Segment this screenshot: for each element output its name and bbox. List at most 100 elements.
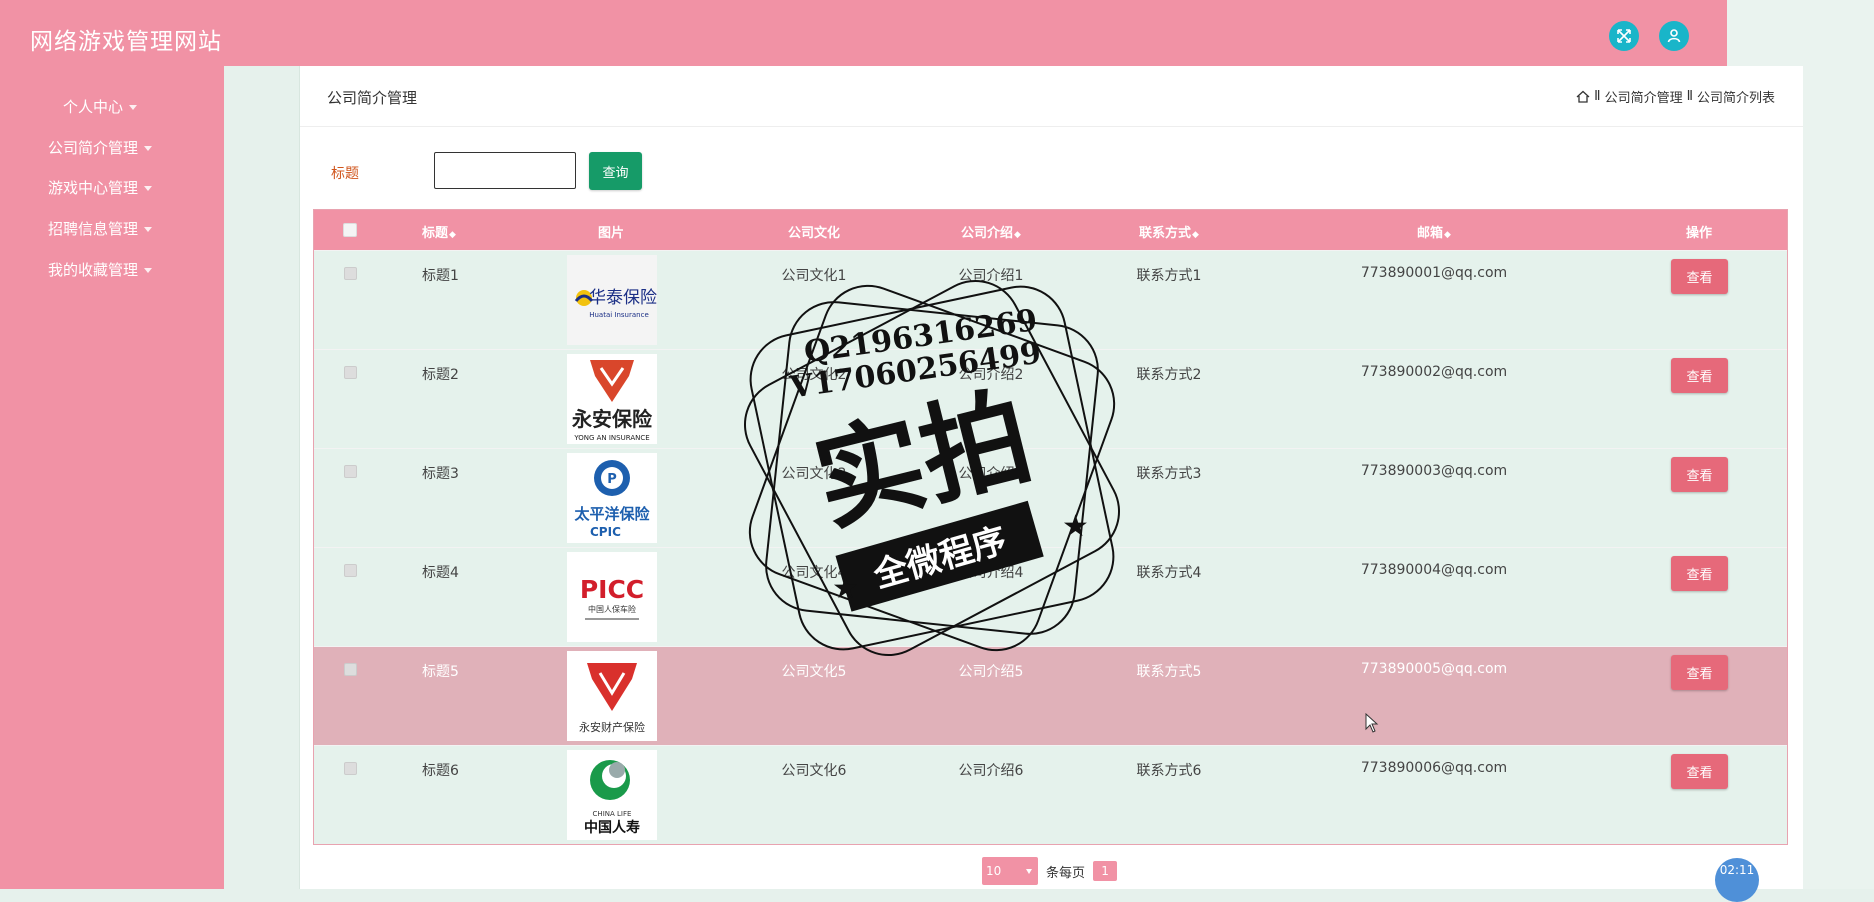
per-page-label: 条每页 <box>1046 865 1086 881</box>
table-row[interactable]: 标题2 永安保险 YONG AN INSURANCE 公司文化2 公司介绍2 联… <box>314 349 1787 448</box>
search-input[interactable] <box>434 152 576 189</box>
select-all-checkbox[interactable] <box>343 223 357 237</box>
table-header: 标题◆ 图片 公司文化 公司介绍◆ 联系方式◆ 邮箱◆ 操作 <box>314 210 1787 250</box>
header-culture: 公司文化 <box>787 226 841 241</box>
header-contact[interactable]: 联系方式◆ <box>1139 222 1199 241</box>
cell-intro: 公司介绍3 <box>958 466 1024 482</box>
company-logo-image: 永安保险 YONG AN INSURANCE <box>567 354 657 444</box>
cell-contact: 联系方式2 <box>1136 367 1202 383</box>
chevron-down-icon <box>144 186 152 191</box>
cell-contact: 联系方式1 <box>1136 268 1202 284</box>
header-actions: 操作 <box>1685 226 1713 241</box>
header-email[interactable]: 邮箱◆ <box>1417 222 1451 241</box>
page-number-button[interactable]: 1 <box>1093 861 1118 881</box>
table-row[interactable]: 标题1 华泰保险 Huatai Insurance 公司文化1 公司介绍1 联系… <box>314 250 1787 349</box>
row-checkbox[interactable] <box>344 465 357 478</box>
cell-email: 773890003@qq.com <box>1360 463 1508 479</box>
sort-icon[interactable]: ◆ <box>1192 230 1199 240</box>
table-row[interactable]: 标题6 CHINA LIFE 中国人寿 公司文化6 公司介绍6 联系方式6 77… <box>314 745 1787 844</box>
cell-culture: 公司文化6 <box>781 763 847 779</box>
cell-intro: 公司介绍1 <box>958 268 1024 284</box>
view-button[interactable]: 查看 <box>1671 655 1728 690</box>
cell-intro: 公司介绍2 <box>958 367 1024 383</box>
svg-text:华泰保险: 华泰保险 <box>589 288 657 308</box>
sidebar-item-company[interactable]: 公司简介管理 <box>0 137 200 158</box>
company-logo-image: 永安财产保险 <box>567 651 657 741</box>
cell-intro: 公司介绍4 <box>958 565 1024 581</box>
breadcrumb-separator: Ⅱ <box>1686 89 1693 104</box>
header-intro[interactable]: 公司介绍◆ <box>961 222 1021 241</box>
cell-culture: 公司文化5 <box>781 664 847 680</box>
floating-timer[interactable]: 02:11 <box>1715 858 1759 902</box>
header-image: 图片 <box>597 226 625 241</box>
fullscreen-icon[interactable] <box>1609 21 1639 51</box>
cell-culture: 公司文化4 <box>781 565 847 581</box>
user-icon[interactable] <box>1659 21 1689 51</box>
search-button[interactable]: 查询 <box>589 152 642 190</box>
cell-culture: 公司文化2 <box>781 367 847 383</box>
chevron-down-icon <box>144 146 152 151</box>
sidebar-item-profile[interactable]: 个人中心 <box>0 96 200 117</box>
table-row[interactable]: 标题3 P 太平洋保险 CPIC 公司文化3 公司介绍3 联系方式3 77389… <box>314 448 1787 547</box>
company-table: 标题◆ 图片 公司文化 公司介绍◆ 联系方式◆ 邮箱◆ 操作 标题1 华泰保险 … <box>313 209 1788 845</box>
home-icon[interactable] <box>1576 90 1590 103</box>
cell-email: 773890002@qq.com <box>1360 364 1508 380</box>
breadcrumb-bar: 公司简介管理 Ⅱ 公司简介管理 Ⅱ 公司简介列表 <box>300 66 1803 127</box>
view-button[interactable]: 查看 <box>1671 556 1728 591</box>
cell-email: 773890005@qq.com <box>1360 661 1508 677</box>
cell-culture: 公司文化3 <box>781 466 847 482</box>
svg-text:YONG AN INSURANCE: YONG AN INSURANCE <box>573 434 649 442</box>
site-title: 网络游戏管理网站 <box>30 29 222 55</box>
sidebar-item-games[interactable]: 游戏中心管理 <box>0 177 200 198</box>
sidebar-item-favorites[interactable]: 我的收藏管理 <box>0 259 200 280</box>
svg-text:CHINA LIFE: CHINA LIFE <box>593 810 632 818</box>
cell-email: 773890006@qq.com <box>1360 760 1508 776</box>
header-title[interactable]: 标题◆ <box>422 222 456 241</box>
cell-intro: 公司介绍6 <box>958 763 1024 779</box>
svg-text:Huatai Insurance: Huatai Insurance <box>589 311 649 319</box>
company-logo-image: 华泰保险 Huatai Insurance <box>567 255 657 345</box>
cell-contact: 联系方式5 <box>1136 664 1202 680</box>
cell-culture: 公司文化1 <box>781 268 847 284</box>
company-logo-image: P 太平洋保险 CPIC <box>567 453 657 543</box>
sidebar-item-jobs[interactable]: 招聘信息管理 <box>0 218 200 239</box>
breadcrumb-item[interactable]: 公司简介管理 <box>1605 87 1683 106</box>
sort-icon[interactable]: ◆ <box>1014 230 1021 240</box>
chevron-down-icon <box>144 268 152 273</box>
sort-icon[interactable]: ◆ <box>1444 230 1451 240</box>
search-label: 标题 <box>331 166 359 182</box>
cell-email: 773890001@qq.com <box>1360 265 1508 281</box>
svg-text:中国人寿: 中国人寿 <box>584 819 640 836</box>
breadcrumb-item: 公司简介列表 <box>1696 91 1775 106</box>
sidebar-item-label: 招聘信息管理 <box>47 220 138 238</box>
svg-text:中国人保车险: 中国人保车险 <box>588 604 636 614</box>
sidebar-item-label: 游戏中心管理 <box>47 179 138 197</box>
svg-text:PICC: PICC <box>580 575 644 604</box>
table-row[interactable]: 标题5 永安财产保险 公司文化5 公司介绍5 联系方式5 773890005@q… <box>314 646 1787 745</box>
row-checkbox[interactable] <box>344 366 357 379</box>
breadcrumb: Ⅱ 公司简介管理 Ⅱ 公司简介列表 <box>1576 87 1775 106</box>
page-title: 公司简介管理 <box>327 89 418 107</box>
row-checkbox[interactable] <box>344 762 357 775</box>
row-checkbox[interactable] <box>344 267 357 280</box>
sidebar-item-label: 个人中心 <box>62 98 123 116</box>
company-logo-image: PICC 中国人保车险 <box>567 552 657 642</box>
cell-title: 标题4 <box>422 565 459 581</box>
sidebar: 个人中心 公司简介管理 游戏中心管理 招聘信息管理 我的收藏管理 <box>0 66 224 889</box>
sidebar-item-label: 我的收藏管理 <box>47 261 138 279</box>
page-size-select[interactable]: 10 <box>982 857 1038 885</box>
view-button[interactable]: 查看 <box>1671 754 1728 789</box>
row-checkbox[interactable] <box>344 564 357 577</box>
view-button[interactable]: 查看 <box>1671 358 1728 393</box>
chevron-down-icon <box>144 227 152 232</box>
top-bar: 网络游戏管理网站 <box>0 0 1727 66</box>
row-checkbox[interactable] <box>344 663 357 676</box>
svg-text:CPIC: CPIC <box>590 525 621 539</box>
table-row[interactable]: 标题4 PICC 中国人保车险 公司文化4 公司介绍4 联系方式4 773890… <box>314 547 1787 646</box>
cell-title: 标题2 <box>422 367 459 383</box>
mouse-cursor-icon <box>1365 713 1379 733</box>
view-button[interactable]: 查看 <box>1671 457 1728 492</box>
cell-title: 标题3 <box>422 466 459 482</box>
sort-icon[interactable]: ◆ <box>449 230 456 240</box>
view-button[interactable]: 查看 <box>1671 259 1728 294</box>
